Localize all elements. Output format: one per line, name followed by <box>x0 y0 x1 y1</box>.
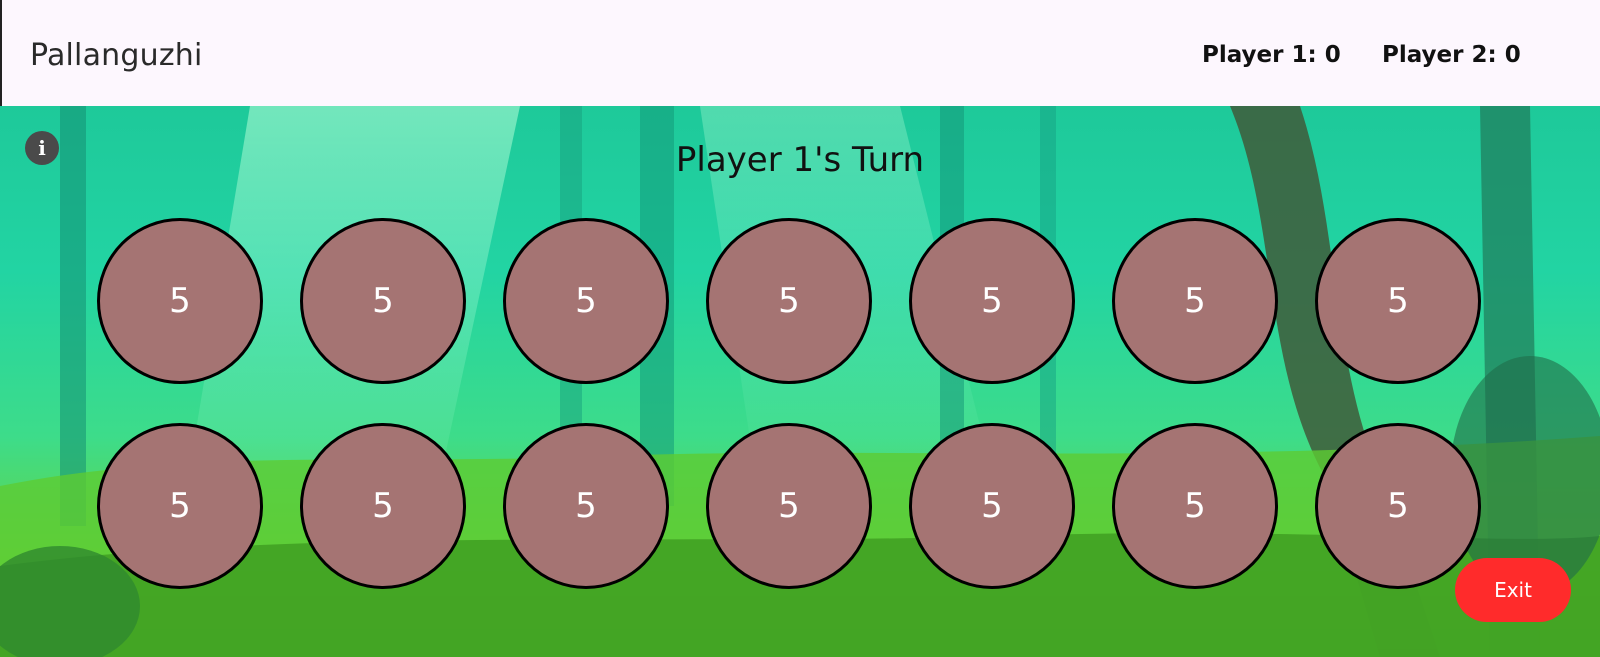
bottom-pit-row: 5 5 5 5 5 5 5 <box>97 423 1481 589</box>
pit-top-5[interactable]: 5 <box>909 218 1075 384</box>
player-1-score: Player 1: 0 <box>1202 42 1341 68</box>
player-2-score: Player 2: 0 <box>1382 42 1521 68</box>
pit-top-2[interactable]: 5 <box>300 218 466 384</box>
game-board: i Player 1's Turn 5 5 5 5 5 5 5 5 5 5 5 … <box>0 106 1600 657</box>
turn-indicator: Player 1's Turn <box>675 140 925 180</box>
pit-bottom-3[interactable]: 5 <box>503 423 669 589</box>
pit-bottom-4[interactable]: 5 <box>706 423 872 589</box>
pit-bottom-7[interactable]: 5 <box>1315 423 1481 589</box>
top-pit-row: 5 5 5 5 5 5 5 <box>97 218 1481 384</box>
pit-top-3[interactable]: 5 <box>503 218 669 384</box>
app-bar: Pallanguzhi Player 1: 0 Player 2: 0 <box>0 0 1600 106</box>
pit-top-6[interactable]: 5 <box>1112 218 1278 384</box>
pit-bottom-5[interactable]: 5 <box>909 423 1075 589</box>
exit-button[interactable]: Exit <box>1455 558 1571 622</box>
pit-bottom-1[interactable]: 5 <box>97 423 263 589</box>
pit-top-7[interactable]: 5 <box>1315 218 1481 384</box>
game-screen: Pallanguzhi Player 1: 0 Player 2: 0 i Pl… <box>0 0 1600 657</box>
pit-bottom-2[interactable]: 5 <box>300 423 466 589</box>
app-title: Pallanguzhi <box>30 38 203 73</box>
pit-bottom-6[interactable]: 5 <box>1112 423 1278 589</box>
pit-top-4[interactable]: 5 <box>706 218 872 384</box>
pit-top-1[interactable]: 5 <box>97 218 263 384</box>
